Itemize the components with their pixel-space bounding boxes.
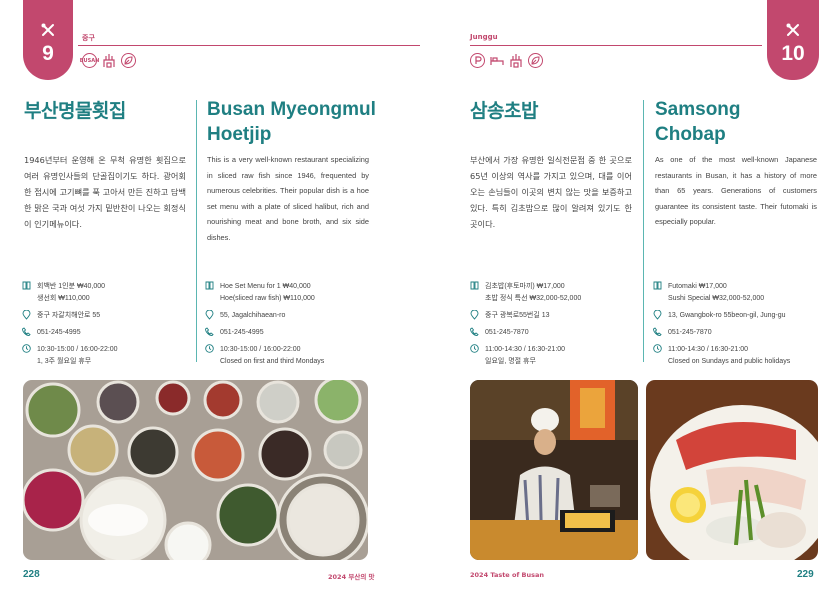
address-row: 중구 광복로55번길 13 xyxy=(470,309,640,322)
hours-row: 11:00-14:30 / 16:30-21:00 Closed on Sunda… xyxy=(653,344,833,368)
fork-knife-icon xyxy=(786,23,799,36)
menu-book-icon xyxy=(22,281,32,292)
hours: 11:00-14:30 / 16:30-21:00 xyxy=(668,346,749,353)
restaurant-number: 9 xyxy=(42,42,54,65)
closed-days: Closed on first and third Mondays xyxy=(220,358,325,365)
menu-book-icon xyxy=(653,281,663,292)
pin-icon xyxy=(653,309,663,322)
menu-book-icon xyxy=(470,281,480,292)
page-tab-left: 9 xyxy=(23,0,73,80)
menu-row: 김초밥(후토마끼) ₩17,000 초밥 정식 특선 ₩32,000-52,000 xyxy=(470,281,640,305)
restaurant-icon xyxy=(509,53,523,68)
description-ko: 부산에서 가장 유명한 일식전문점 중 한 곳으로 65년 이상의 역사를 가지… xyxy=(470,155,632,229)
clock-icon xyxy=(470,344,480,355)
address: 13, Gwangbok-ro 55beon-gil, Jung-gu xyxy=(668,312,786,319)
menu-item: Futomaki ₩17,000 xyxy=(668,283,727,290)
footer-title: 2024 Taste of Busan xyxy=(470,571,545,579)
district-label: 중구 xyxy=(82,34,95,42)
menu-row: Hoe Set Menu for 1 ₩40,000 Hoe(sliced raw… xyxy=(205,281,395,305)
phone: 051-245-7870 xyxy=(485,329,529,336)
page-number: 229 xyxy=(797,569,814,580)
closed-days: Closed on Sundays and public holidays xyxy=(668,358,791,365)
description-ko: 1946년부터 운영해 온 무척 유명한 횟집으로 여러 유명인사들의 단골집이… xyxy=(24,155,186,229)
closed-days: 1, 3주 월요일 휴무 xyxy=(37,358,92,365)
menu-row: Futomaki ₩17,000 Sushi Special ₩32,000-52… xyxy=(653,281,833,305)
clock-icon xyxy=(22,344,32,355)
phone-row: 051-245-7870 xyxy=(470,327,640,339)
phone-row: 051-245-7870 xyxy=(653,327,833,339)
menu-row: 회백반 1인분 ₩40,000 생선회 ₩110,000 xyxy=(22,281,192,305)
page-number: 228 xyxy=(23,569,40,580)
description-en: This is a very well-known restaurant spe… xyxy=(207,155,369,242)
address: 중구 광복로55번길 13 xyxy=(485,312,550,319)
hours-row: 11:00-14:30 / 16:30-21:00 일요일, 명절 휴무 xyxy=(470,344,640,368)
phone-row: 051-245-4995 xyxy=(22,327,192,339)
parking-icon xyxy=(470,53,485,68)
hours: 10:30-15:00 / 16:00-22:00 xyxy=(37,346,118,353)
description-en: As one of the most well-known Japanese r… xyxy=(655,155,817,226)
hours-row: 10:30-15:00 / 16:00-22:00 1, 3주 월요일 휴무 xyxy=(22,344,192,368)
busan-badge-icon: BUSAN xyxy=(80,53,99,68)
pin-icon xyxy=(470,309,480,322)
food-photo-left xyxy=(23,380,368,560)
header-rule xyxy=(470,45,762,46)
fork-knife-icon xyxy=(41,23,54,36)
amenity-icons xyxy=(470,53,543,68)
address: 55, Jagalchihaean-ro xyxy=(220,312,286,319)
leaf-icon xyxy=(528,53,543,68)
closed-days: 일요일, 명절 휴무 xyxy=(485,358,536,365)
menu-item: Sushi Special ₩32,000-52,000 xyxy=(668,295,765,302)
chef-photo xyxy=(470,380,638,560)
column-divider xyxy=(196,100,197,362)
address-row: 중구 자갈치해안로 55 xyxy=(22,309,192,322)
bed-icon xyxy=(490,53,504,68)
amenity-icons: BUSAN xyxy=(80,53,136,68)
restaurant-title-en: Samsong Chobap xyxy=(655,99,741,145)
restaurant-title-ko: 삼송초밥 xyxy=(470,100,538,122)
district-label: Junggu xyxy=(470,33,498,41)
clock-icon xyxy=(205,344,215,355)
page-tab-right: 10 xyxy=(767,0,819,80)
footer-title: 2024 부산의 맛 xyxy=(328,573,375,581)
restaurant-title-en: Busan Myeongmul Hoetjip xyxy=(207,99,376,145)
address-row: 55, Jagalchihaean-ro xyxy=(205,309,395,322)
info-block-ko: 김초밥(후토마끼) ₩17,000 초밥 정식 특선 ₩32,000-52,000… xyxy=(470,281,640,373)
leaf-icon xyxy=(121,53,136,68)
info-block-ko: 회백반 1인분 ₩40,000 생선회 ₩110,000 중구 자갈치해안로 55… xyxy=(22,281,192,373)
phone: 051-245-4995 xyxy=(220,329,264,336)
sashimi-photo xyxy=(646,380,818,560)
phone-icon xyxy=(470,327,480,338)
menu-item: 회백반 1인분 ₩40,000 xyxy=(37,283,105,290)
address: 중구 자갈치해안로 55 xyxy=(37,312,101,319)
phone-icon xyxy=(653,327,663,338)
phone-icon xyxy=(205,327,215,338)
clock-icon xyxy=(653,344,663,355)
pin-icon xyxy=(205,309,215,322)
menu-item: 생선회 ₩110,000 xyxy=(37,295,90,302)
restaurant-title-ko: 부산명물횟집 xyxy=(24,100,126,122)
menu-item: Hoe Set Menu for 1 ₩40,000 xyxy=(220,283,311,290)
menu-item: 김초밥(후토마끼) ₩17,000 xyxy=(485,283,565,290)
column-divider xyxy=(643,100,644,362)
restaurant-number: 10 xyxy=(781,42,805,65)
header-rule xyxy=(78,45,420,46)
menu-item: Hoe(sliced raw fish) ₩110,000 xyxy=(220,295,315,302)
phone-icon xyxy=(22,327,32,338)
phone: 051-245-7870 xyxy=(668,329,712,336)
pin-icon xyxy=(22,309,32,322)
hours: 11:00-14:30 / 16:30-21:00 xyxy=(485,346,566,353)
hours-row: 10:30-15:00 / 16:00-22:00 Closed on first… xyxy=(205,344,395,368)
menu-item: 초밥 정식 특선 ₩32,000-52,000 xyxy=(485,295,582,302)
menu-book-icon xyxy=(205,281,215,292)
hours: 10:30-15:00 / 16:00-22:00 xyxy=(220,346,301,353)
phone-row: 051-245-4995 xyxy=(205,327,395,339)
phone: 051-245-4995 xyxy=(37,329,81,336)
info-block-en: Futomaki ₩17,000 Sushi Special ₩32,000-52… xyxy=(653,281,833,373)
info-block-en: Hoe Set Menu for 1 ₩40,000 Hoe(sliced raw… xyxy=(205,281,395,373)
restaurant-icon xyxy=(102,53,116,68)
address-row: 13, Gwangbok-ro 55beon-gil, Jung-gu xyxy=(653,309,833,322)
